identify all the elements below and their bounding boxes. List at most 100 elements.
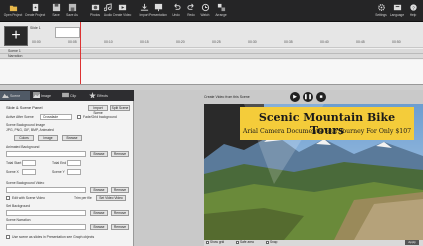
snap-checkbox[interactable] [266, 240, 269, 244]
toolbar-label: Save [52, 13, 60, 17]
banner-subtitle: Arial Camera Documents Your Journey For … [242, 128, 412, 135]
browse-bg-button[interactable]: Browse [62, 135, 82, 141]
option-label: Show grid [210, 240, 225, 244]
ruler-tick: 00:40 [320, 40, 329, 44]
clip-icon [62, 92, 69, 98]
use-scene-checkbox[interactable] [6, 235, 10, 239]
apply-button[interactable]: Apply [405, 240, 419, 245]
scene-properties-panel: Scene Image Clip Effects Slide & Scene P… [0, 90, 134, 246]
total-end-field[interactable] [67, 160, 81, 166]
ruler-tick: 00:15 [140, 40, 149, 44]
timeline-header: + Slide 1 00:00 00:05 00:10 00:15 00:20 … [0, 22, 423, 48]
create-project-button[interactable]: Create Project [24, 1, 46, 21]
tab-scene[interactable]: Scene [0, 91, 30, 100]
fade-checkbox[interactable] [77, 115, 81, 119]
scene-icon [2, 93, 9, 98]
option-label: Safe area [240, 240, 254, 244]
total-end-label: Total End [52, 161, 67, 165]
timeline-empty-area[interactable] [0, 60, 423, 84]
pause-icon: ❚❚ [303, 94, 313, 100]
add-slide-button[interactable]: + [4, 26, 28, 46]
stop-button[interactable]: ■ [316, 92, 326, 102]
browse-audio-button[interactable]: Browse [90, 210, 108, 216]
tab-effects[interactable]: Effects [87, 91, 119, 100]
browse-video-button[interactable]: Browse [90, 187, 108, 193]
safe-area-option[interactable]: Safe area [236, 240, 254, 244]
remove-animated-button[interactable]: Remove [111, 151, 129, 157]
ruler-tick: 00:10 [104, 40, 113, 44]
play-icon: ▶ [293, 94, 297, 100]
timeline-row[interactable]: Narration [0, 54, 423, 59]
browse-narration-button[interactable]: Browse [90, 224, 108, 230]
image-button[interactable]: Image [38, 135, 58, 141]
scene-bg-video-label: Scene Background Video [6, 181, 45, 185]
ruler-tick: 00:05 [68, 40, 77, 44]
snap-option[interactable]: Snap [266, 240, 277, 244]
import-scene-button[interactable]: Import Scene [88, 105, 108, 115]
ruler-tick: 00:30 [248, 40, 257, 44]
tab-label: Image [41, 93, 51, 98]
ruler-tick: 00:50 [392, 40, 401, 44]
tab-label: Clip [70, 93, 77, 98]
playhead[interactable] [80, 22, 81, 84]
image-icon [33, 92, 40, 98]
animated-bg-field[interactable] [6, 151, 86, 157]
scene-preview[interactable]: Scenic Mountain Bike Tours Arial Camera … [204, 104, 423, 240]
new-project-icon [32, 3, 38, 12]
stop-icon: ■ [319, 94, 323, 100]
play-button[interactable]: ▶ [290, 92, 300, 102]
fade-label: Fade/Grid background [83, 115, 117, 119]
split-scene-button[interactable]: Split Scene [110, 105, 130, 111]
scene-x-field[interactable] [22, 169, 36, 175]
help-icon: ? [409, 4, 417, 11]
slide-thumbnail[interactable] [55, 27, 80, 38]
show-grid-option[interactable]: Show grid [206, 240, 224, 244]
toolbar-label: Watch [200, 13, 210, 17]
use-scene-label: Use scene as slides in Presentation see … [12, 235, 95, 239]
ruler-tick: 00:45 [356, 40, 365, 44]
effects-icon [89, 92, 96, 98]
timeline-panel: + Slide 1 00:00 00:05 00:10 00:15 00:20 … [0, 22, 423, 84]
title-banner[interactable]: Scenic Mountain Bike Tours Arial Camera … [240, 107, 414, 140]
timeline-ruler[interactable]: 00:00 00:05 00:10 00:15 00:20 00:25 00:3… [30, 39, 423, 48]
scene-y-field[interactable] [67, 169, 81, 175]
arrange-icon [217, 3, 225, 12]
safe-area-checkbox[interactable] [236, 240, 239, 244]
remove-audio-button[interactable]: Remove [111, 210, 129, 216]
tab-label: Effects [97, 93, 108, 98]
ruler-tick: 00:20 [176, 40, 185, 44]
set-video-button[interactable]: Set Video Video [96, 195, 126, 201]
show-grid-checkbox[interactable] [206, 240, 209, 244]
ruler-tick: 00:25 [212, 40, 221, 44]
edit-with-scene-checkbox[interactable] [6, 196, 10, 200]
colors-button[interactable]: Colors [14, 135, 34, 141]
browse-animated-button[interactable]: Browse [90, 151, 108, 157]
preview-title: Create Video from this Scene [204, 95, 250, 99]
scene-y-label: Scene Y [52, 170, 65, 174]
tab-image[interactable]: Image [31, 91, 59, 100]
arrange-button[interactable]: Arrange [210, 1, 232, 21]
total-start-field[interactable] [22, 160, 36, 166]
create-video-button[interactable]: Create Video [111, 1, 133, 21]
tab-clip[interactable]: Clip [60, 91, 86, 100]
remove-narration-button[interactable]: Remove [111, 224, 129, 230]
save-icon [52, 3, 60, 12]
transition-select[interactable]: Crossfade [40, 114, 72, 120]
remove-video-button[interactable]: Remove [111, 187, 129, 193]
toolbar-label: Create Video [112, 13, 132, 17]
language-icon [393, 4, 401, 11]
help-button[interactable]: ? Help [402, 1, 423, 21]
scene-x-label: Scene X [6, 170, 19, 174]
edit-with-scene-label: Edit with Scene Video [12, 196, 45, 200]
scene-bg-video-field[interactable] [6, 187, 86, 193]
toolbar-label: Open Project [3, 13, 23, 17]
pause-button[interactable]: ❚❚ [303, 92, 313, 102]
scene-narration-field[interactable] [6, 224, 86, 230]
timeline-row-name: Narration [8, 54, 23, 58]
toolbar-label: Undo [172, 13, 180, 17]
folder-open-icon [9, 5, 17, 12]
bg-audio-field[interactable] [6, 210, 86, 216]
toolbar-label: Save As [66, 13, 78, 17]
open-project-button[interactable]: Open Project [2, 1, 24, 21]
save-as-button[interactable]: Save As [61, 1, 83, 21]
